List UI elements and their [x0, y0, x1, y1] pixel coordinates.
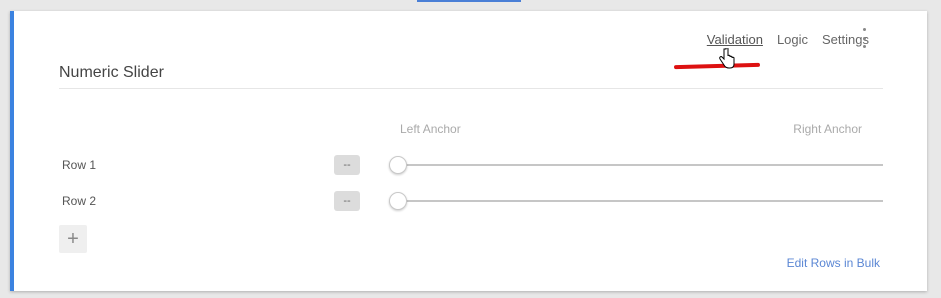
slider-track[interactable] [394, 164, 883, 166]
slider-track[interactable] [394, 200, 883, 202]
tab-validation[interactable]: Validation [707, 32, 763, 47]
title-divider [59, 88, 883, 89]
row-label[interactable]: Row 1 [62, 158, 96, 172]
red-annotation-underline [673, 62, 761, 70]
right-anchor-label[interactable]: Right Anchor [793, 122, 862, 136]
row-value-badge: -- [334, 191, 360, 211]
question-card[interactable]: Validation Logic Settings Numeric Slider… [10, 11, 927, 291]
row-value-badge: -- [334, 155, 360, 175]
edit-rows-in-bulk-link[interactable]: Edit Rows in Bulk [787, 256, 880, 270]
plus-icon: + [67, 227, 79, 250]
slider-row: Row 2 -- [59, 190, 883, 214]
left-anchor-label[interactable]: Left Anchor [400, 122, 461, 136]
hand-cursor-icon [719, 48, 735, 69]
add-row-button[interactable]: + [59, 225, 87, 253]
card-tabs: Validation Logic Settings [707, 32, 869, 47]
row-label[interactable]: Row 2 [62, 194, 96, 208]
slider-thumb[interactable] [389, 192, 407, 210]
top-link-underline [417, 0, 521, 2]
slider-thumb[interactable] [389, 156, 407, 174]
tab-logic[interactable]: Logic [777, 32, 808, 47]
slider-row: Row 1 -- [59, 154, 883, 178]
more-options-icon[interactable] [857, 28, 871, 48]
question-title[interactable]: Numeric Slider [59, 64, 164, 82]
